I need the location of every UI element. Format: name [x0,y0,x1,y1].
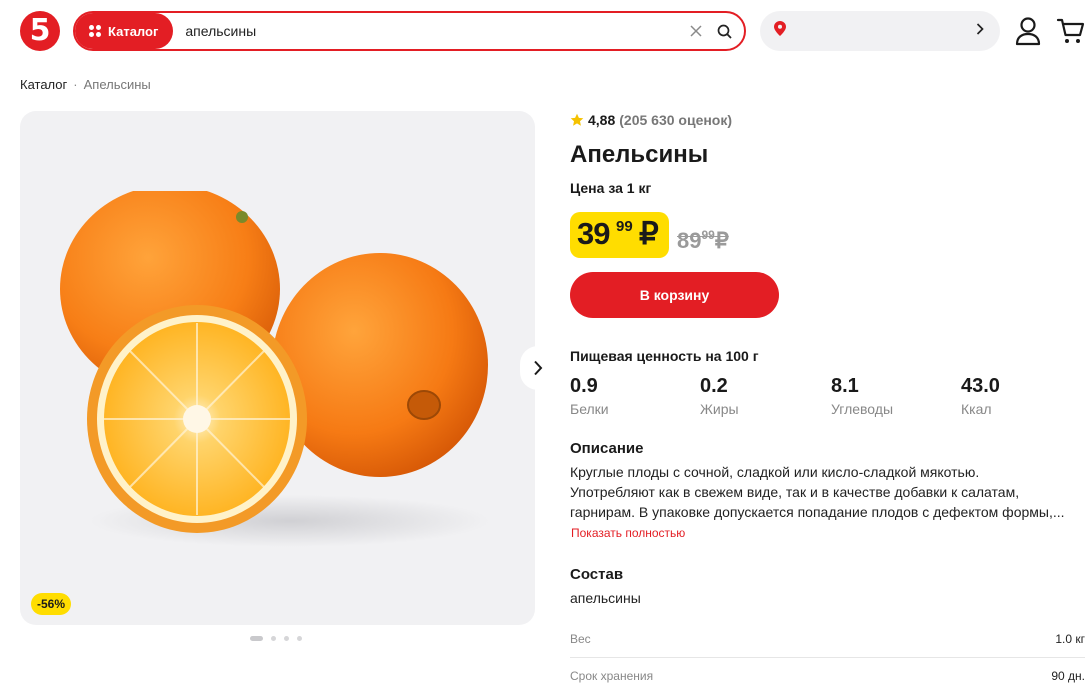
description-text: Круглые плоды с сочной, сладкой или кисл… [570,462,1085,522]
product-rating[interactable]: 4,88 (205 630 оценок) [570,112,732,128]
pager-dot[interactable] [297,636,302,641]
rating-count: (205 630 оценок) [619,112,733,128]
unit-price-label: Цена за 1 кг [570,180,652,196]
breadcrumb-catalog[interactable]: Каталог [20,77,67,92]
nutrition-fat: 0.2 Жиры [700,375,739,417]
user-icon[interactable] [1014,16,1042,46]
gallery-pager [250,636,302,641]
logo-text: 5 [29,13,51,48]
price-fraction: 99 [616,218,633,235]
spec-row-shelf-life: Срок хранения 90 дн. [570,669,1085,683]
nutrition-value: 43.0 [961,375,1000,397]
nutrition-kcal: 43.0 Ккал [961,375,1000,417]
old-price-integer: 89 [677,228,702,253]
composition-title: Состав [570,566,624,583]
breadcrumb-separator: · [73,77,78,92]
spec-value: 90 дн. [1051,669,1085,683]
description-line: Круглые плоды с сочной, сладкой или кисл… [570,464,980,480]
spec-label: Срок хранения [570,669,654,683]
spec-divider [570,657,1085,658]
logo[interactable]: 5 [20,11,60,51]
show-more-link[interactable]: Показать полностью [571,526,685,540]
gallery-next-button[interactable] [520,346,556,390]
breadcrumb: Каталог · Апельсины [20,77,151,92]
spec-row-weight: Вес 1.0 кг [570,632,1085,646]
rating-value: 4,88 [588,112,616,128]
search-icon[interactable] [714,21,734,41]
old-price-currency: ₽ [714,228,729,253]
pager-dot[interactable] [271,636,276,641]
product-title: Апельсины [570,141,709,168]
pager-dot[interactable] [284,636,289,641]
old-price: 8999₽ [677,228,729,254]
spec-value: 1.0 кг [1055,632,1085,646]
nutrition-value: 0.9 [570,375,598,397]
nutrition-protein: 0.9 Белки [570,375,609,417]
description-line: Употребляют как в свежем виде, так и в к… [570,484,1020,500]
close-icon[interactable] [686,21,706,41]
chevron-right-icon [534,360,543,376]
composition-text: апельсины [570,590,641,606]
chevron-right-icon [976,22,984,40]
description-title: Описание [570,440,644,457]
cart-icon[interactable] [1056,16,1086,46]
catalog-button[interactable]: Каталог [75,13,174,49]
nutrition-label: Белки [570,401,609,417]
star-icon [570,113,584,126]
nutrition-label: Ккал [961,401,992,417]
grid-dots-icon [89,25,101,37]
search-input[interactable]: апельсины [173,23,686,39]
add-to-cart-button[interactable]: В корзину [570,272,779,318]
discount-badge: -56% [31,593,72,615]
breadcrumb-current: Апельсины [83,77,151,92]
nutrition-label: Жиры [700,401,739,417]
price-currency: ₽ [639,216,659,251]
description-line: гарнирам. В упаковке допускается попадан… [570,504,1065,520]
pager-dot-active[interactable] [250,636,263,641]
location-selector[interactable] [760,11,1000,51]
product-gallery[interactable]: -56% [20,111,535,625]
price-integer: 39 [577,216,610,251]
nutrition-label: Углеводы [831,401,894,417]
current-price: 39 99 ₽ [570,212,669,258]
catalog-button-label: Каталог [108,23,159,39]
spec-label: Вес [570,632,591,646]
nutrition-carbs: 8.1 Углеводы [831,375,893,417]
nutrition-title: Пищевая ценность на 100 г [570,348,759,364]
search-bar[interactable]: Каталог апельсины [73,11,746,51]
nutrition-value: 0.2 [700,375,728,397]
old-price-fraction: 99 [701,228,715,242]
product-image-oranges [60,191,490,547]
nutrition-value: 8.1 [831,375,859,397]
location-pin-icon [774,21,786,41]
